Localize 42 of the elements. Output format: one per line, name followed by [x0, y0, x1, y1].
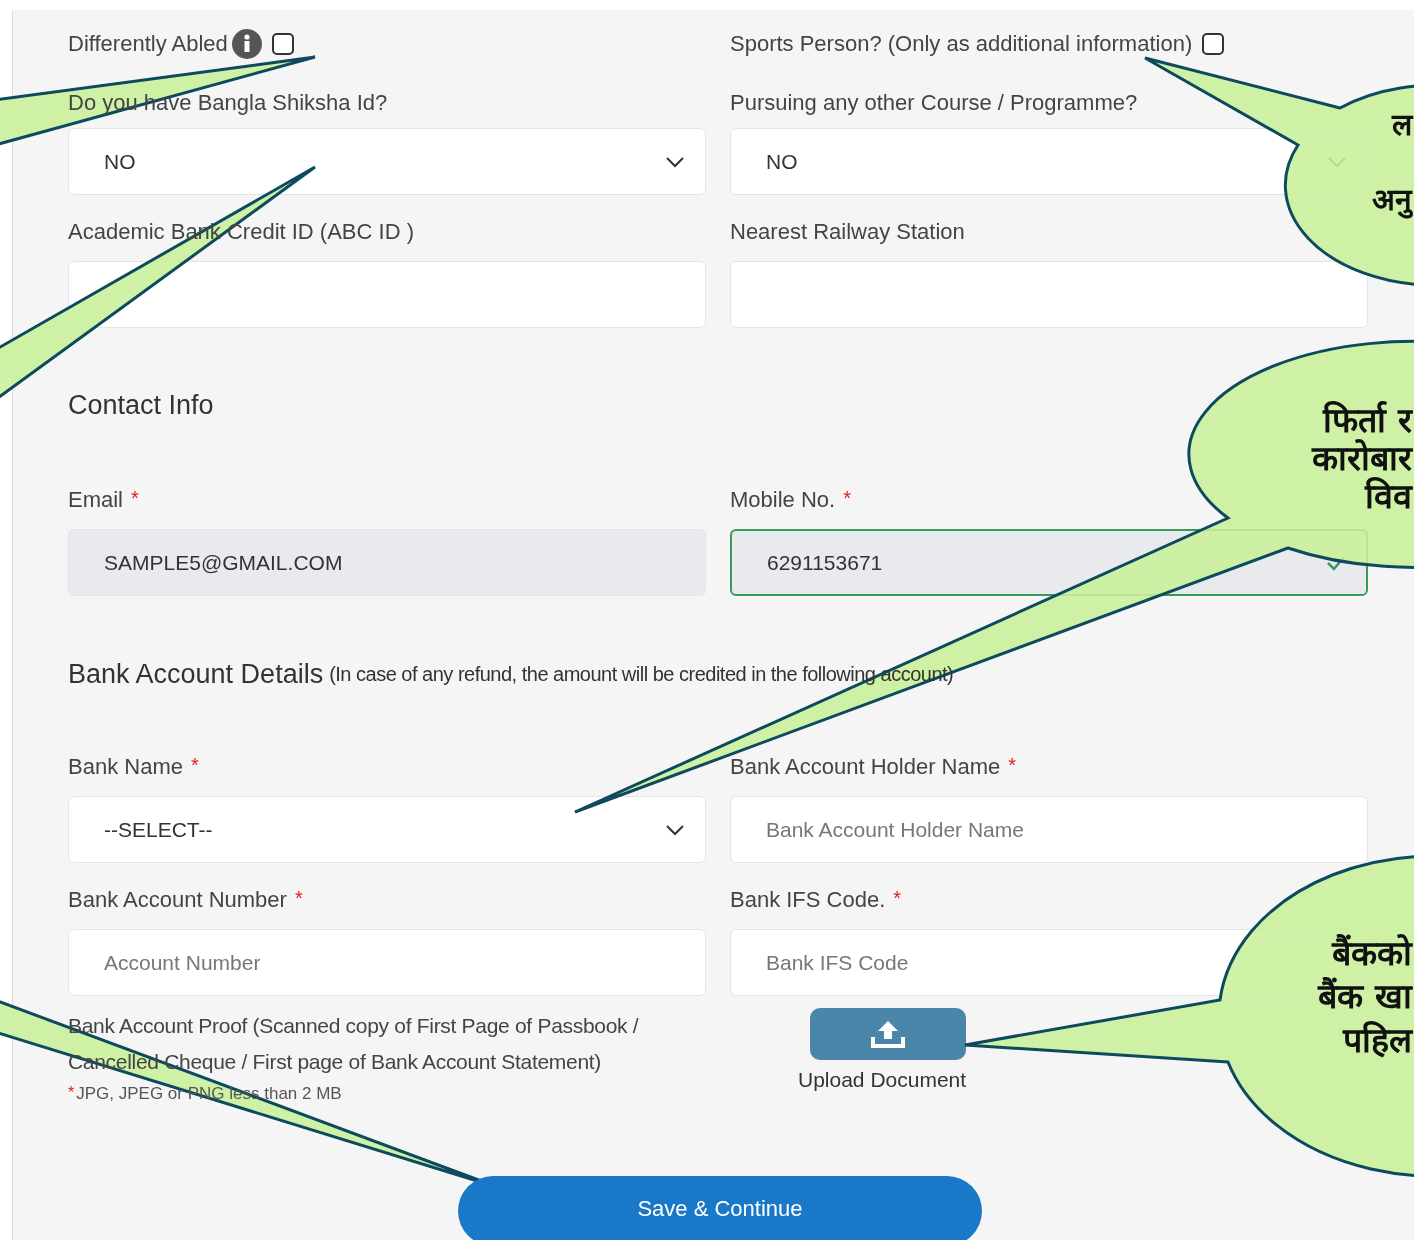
- callout-text: अनु: [1372, 182, 1412, 217]
- required-mark: *: [68, 1084, 75, 1102]
- callout-text: कारोबार: [1312, 438, 1412, 478]
- field-label: Bank Account Number: [68, 887, 287, 913]
- callout-text: विव: [1365, 476, 1412, 516]
- required-mark: *: [294, 887, 303, 910]
- checkbox[interactable]: [271, 33, 294, 55]
- checkbox-label: Differently Abled: [68, 31, 228, 57]
- chevron-down-icon: [665, 823, 685, 836]
- checkbox-label: Sports Person? (Only as additional information): [730, 31, 1193, 57]
- section-title: Bank Account Details: [68, 658, 324, 690]
- required-mark: *: [190, 754, 199, 777]
- select-field[interactable]: NO: [68, 128, 706, 195]
- field-label: Bank IFS Code.: [730, 887, 886, 913]
- field-label: Bank Account Holder Name: [730, 754, 1001, 780]
- required-mark: *: [893, 887, 902, 910]
- callout-text: पहिल: [1343, 1020, 1412, 1060]
- upload-icon: [870, 1019, 906, 1049]
- info-icon[interactable]: [231, 29, 262, 59]
- callout-text: ल: [1392, 107, 1412, 142]
- section-title: Contact Info: [68, 390, 214, 421]
- field-label: Do you have Bangla Shiksha Id?: [68, 90, 388, 116]
- input-field[interactable]: [730, 261, 1368, 328]
- select-field[interactable]: --SELECT--: [68, 796, 706, 863]
- checkbox[interactable]: [1202, 33, 1225, 55]
- input-field[interactable]: Bank Account Holder Name: [730, 796, 1368, 863]
- required-mark: *: [843, 487, 851, 510]
- field-label: Bank Name: [68, 754, 183, 780]
- save-continue-button[interactable]: Save & Continue: [458, 1176, 982, 1240]
- upload-label: Upload Document: [798, 1068, 967, 1092]
- field-label: Nearest Railway Station: [730, 219, 965, 245]
- input-field[interactable]: Account Number: [68, 929, 706, 996]
- required-mark: *: [131, 487, 139, 510]
- callout-text: फिर्ता र: [1323, 400, 1412, 440]
- field-label: Mobile No.: [730, 487, 836, 513]
- field-label: Email: [68, 487, 123, 513]
- chevron-down-icon: [665, 155, 685, 168]
- input-field[interactable]: SAMPLE5@GMAIL.COM: [68, 529, 706, 596]
- field-label: Pursuing any other Course / Programme?: [730, 90, 1138, 116]
- required-mark: *: [1008, 754, 1017, 777]
- input-field[interactable]: [68, 261, 706, 328]
- upload-button[interactable]: [810, 1008, 966, 1060]
